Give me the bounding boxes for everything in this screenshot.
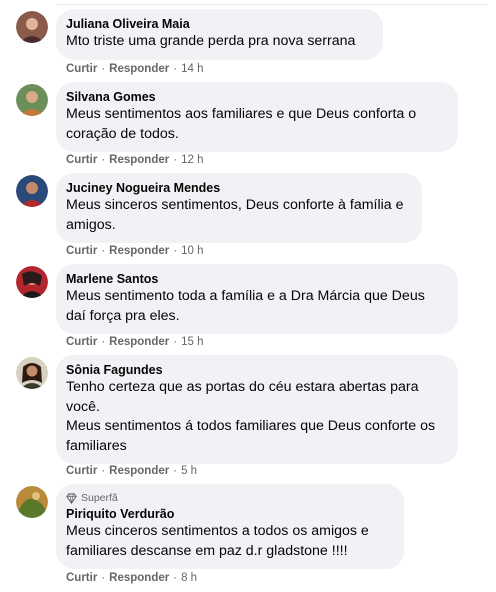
comment-author[interactable]: Silvana Gomes [66, 89, 446, 105]
comment-text: Tenho certeza que as portas do céu estar… [66, 379, 419, 415]
like-button[interactable]: Curtir [66, 62, 97, 76]
comment-text-paragraph: Meus sentimentos á todos familiares que … [66, 418, 436, 454]
reply-button[interactable]: Responder [109, 464, 169, 478]
comment-time[interactable]: 10 h [181, 244, 203, 258]
avatar[interactable] [16, 84, 48, 116]
reply-button[interactable]: Responder [109, 153, 169, 167]
comment-time[interactable]: 5 h [181, 464, 197, 478]
separator: · [101, 465, 106, 477]
comment-time[interactable]: 15 h [181, 335, 203, 349]
comment-actions: Curtir · Responder · 10 h [66, 244, 203, 258]
like-button[interactable]: Curtir [66, 464, 97, 478]
comment-author[interactable]: Juliana Oliveira Maia [66, 16, 371, 32]
separator: · [101, 63, 106, 75]
separator: · [101, 336, 106, 348]
comment-bubble: Sônia Fagundes Tenho certeza que as port… [56, 355, 458, 464]
comment-actions: Curtir · Responder · 14 h [66, 62, 203, 76]
reply-button[interactable]: Responder [109, 571, 169, 585]
separator: · [101, 572, 106, 584]
comment-actions: Curtir · Responder · 5 h [66, 464, 197, 478]
comment-author[interactable]: Juciney Nogueira Mendes [66, 180, 410, 196]
avatar[interactable] [16, 175, 48, 207]
reply-button[interactable]: Responder [109, 244, 169, 258]
comment-time[interactable]: 14 h [181, 62, 203, 76]
comment-bubble: Silvana Gomes Meus sentimentos aos famil… [56, 82, 458, 152]
separator: · [173, 465, 178, 477]
comment-text: Meus sentimento toda a família e a Dra M… [66, 288, 425, 324]
comment-text: Meus cinceros sentimentos a todos os ami… [66, 523, 369, 559]
comment-text: Meus sentimentos aos familiares e que De… [66, 106, 417, 142]
comment-bubble: Marlene Santos Meus sentimento toda a fa… [56, 264, 458, 334]
superfan-badge: Superfã [66, 491, 392, 505]
diamond-icon [66, 492, 77, 504]
comment-actions: Curtir · Responder · 15 h [66, 335, 203, 349]
reply-button[interactable]: Responder [109, 335, 169, 349]
comment-author[interactable]: Piriquito Verdurão [66, 506, 392, 522]
like-button[interactable]: Curtir [66, 244, 97, 258]
comment-bubble: Juciney Nogueira Mendes Meus sinceros se… [56, 173, 422, 243]
comment-text: Meus sinceros sentimentos, Deus conforte… [66, 197, 404, 233]
separator: · [173, 63, 178, 75]
separator: · [173, 154, 178, 166]
separator: · [101, 245, 106, 257]
reply-button[interactable]: Responder [109, 62, 169, 76]
like-button[interactable]: Curtir [66, 571, 97, 585]
like-button[interactable]: Curtir [66, 153, 97, 167]
comment-time[interactable]: 12 h [181, 153, 203, 167]
separator: · [173, 572, 178, 584]
separator: · [173, 336, 178, 348]
comment-bubble: Superfã Piriquito Verdurão Meus cinceros… [56, 484, 404, 569]
avatar[interactable] [16, 486, 48, 518]
avatar[interactable] [16, 357, 48, 389]
badge-label: Superfã [81, 492, 118, 504]
comment-time[interactable]: 8 h [181, 571, 197, 585]
separator: · [101, 154, 106, 166]
comment-author[interactable]: Sônia Fagundes [66, 362, 446, 378]
avatar[interactable] [16, 266, 48, 298]
comment-bubble: Juliana Oliveira Maia Mto triste uma gra… [56, 9, 383, 60]
like-button[interactable]: Curtir [66, 335, 97, 349]
comment-actions: Curtir · Responder · 12 h [66, 153, 203, 167]
separator: · [173, 245, 178, 257]
comment-text: Mto triste uma grande perda pra nova ser… [66, 33, 356, 49]
avatar[interactable] [16, 11, 48, 43]
top-divider [56, 4, 488, 5]
comment-author[interactable]: Marlene Santos [66, 271, 446, 287]
comment-actions: Curtir · Responder · 8 h [66, 571, 197, 585]
